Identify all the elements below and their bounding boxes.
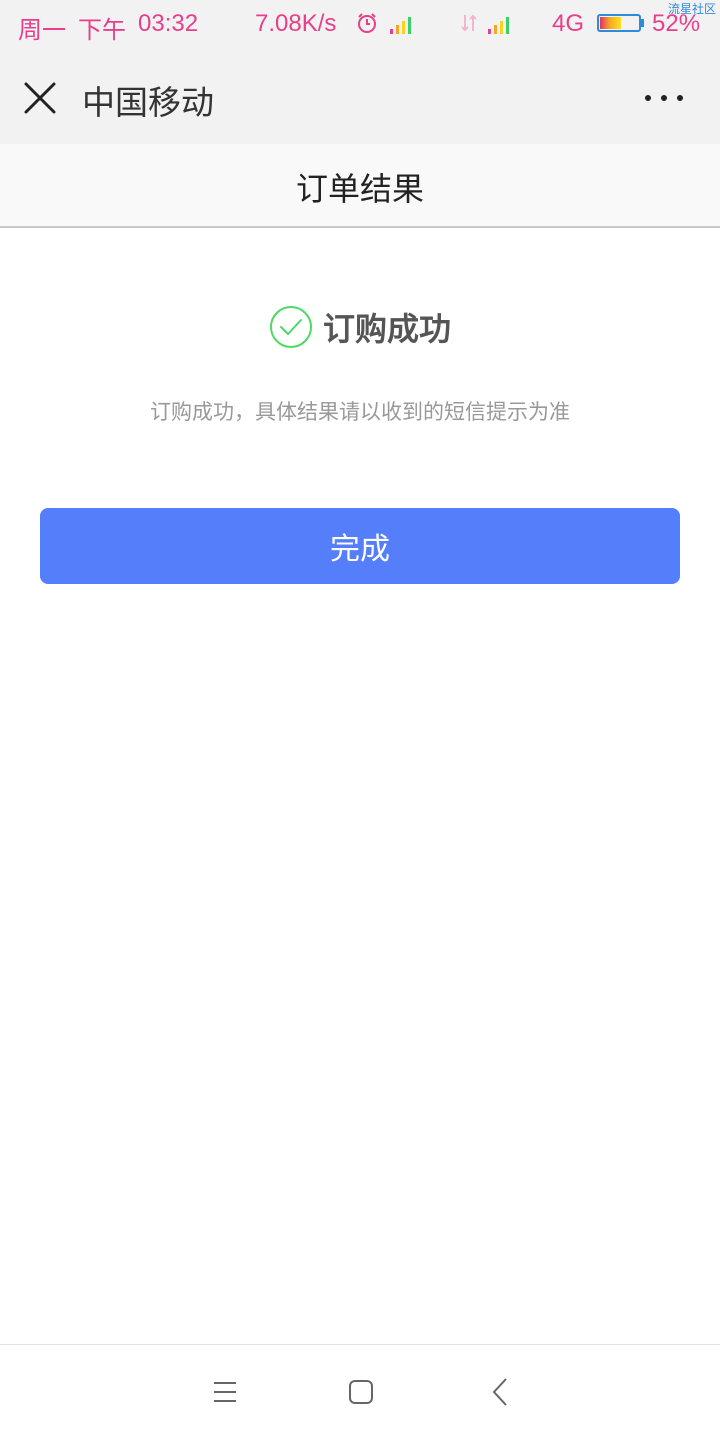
network-type: 4G (552, 10, 585, 37)
status-time: 03:32 (138, 10, 199, 37)
nav-bar: 中国移动 (0, 52, 720, 144)
page-header: 订单结果 (0, 144, 720, 228)
result-heading: 订购成功 (0, 304, 720, 350)
status-net-speed: 7.08K/s (255, 10, 337, 37)
back-icon[interactable] (488, 1377, 514, 1407)
data-transfer-icon (461, 14, 477, 32)
close-icon[interactable] (22, 80, 58, 116)
check-circle-icon (269, 306, 312, 348)
status-bar: 周一 下午 03:32 7.08K/s 4G 52% 流星社区 (0, 0, 720, 52)
page-title: 订单结果 (295, 170, 424, 208)
status-day: 周一 (18, 17, 66, 44)
watermark: 流星社区 (668, 2, 717, 16)
battery-tip (641, 19, 644, 27)
signal-icon (488, 17, 509, 34)
menu-icon[interactable] (212, 1379, 238, 1405)
status-datetime: 周一 下午 03:32 (18, 10, 198, 45)
home-icon[interactable] (348, 1379, 374, 1405)
result-description: 订购成功，具体结果请以收到的短信提示为准 (150, 400, 570, 424)
system-nav-bar (0, 1344, 720, 1440)
more-icon[interactable] (642, 86, 686, 110)
status-period: 下午 (78, 17, 126, 44)
nav-title: 中国移动 (82, 83, 214, 122)
signal-icon (390, 17, 411, 34)
done-button[interactable]: 完成 (40, 508, 680, 584)
battery-icon (597, 14, 641, 32)
result-title: 订购成功 (322, 310, 451, 348)
alarm-icon (358, 13, 376, 33)
